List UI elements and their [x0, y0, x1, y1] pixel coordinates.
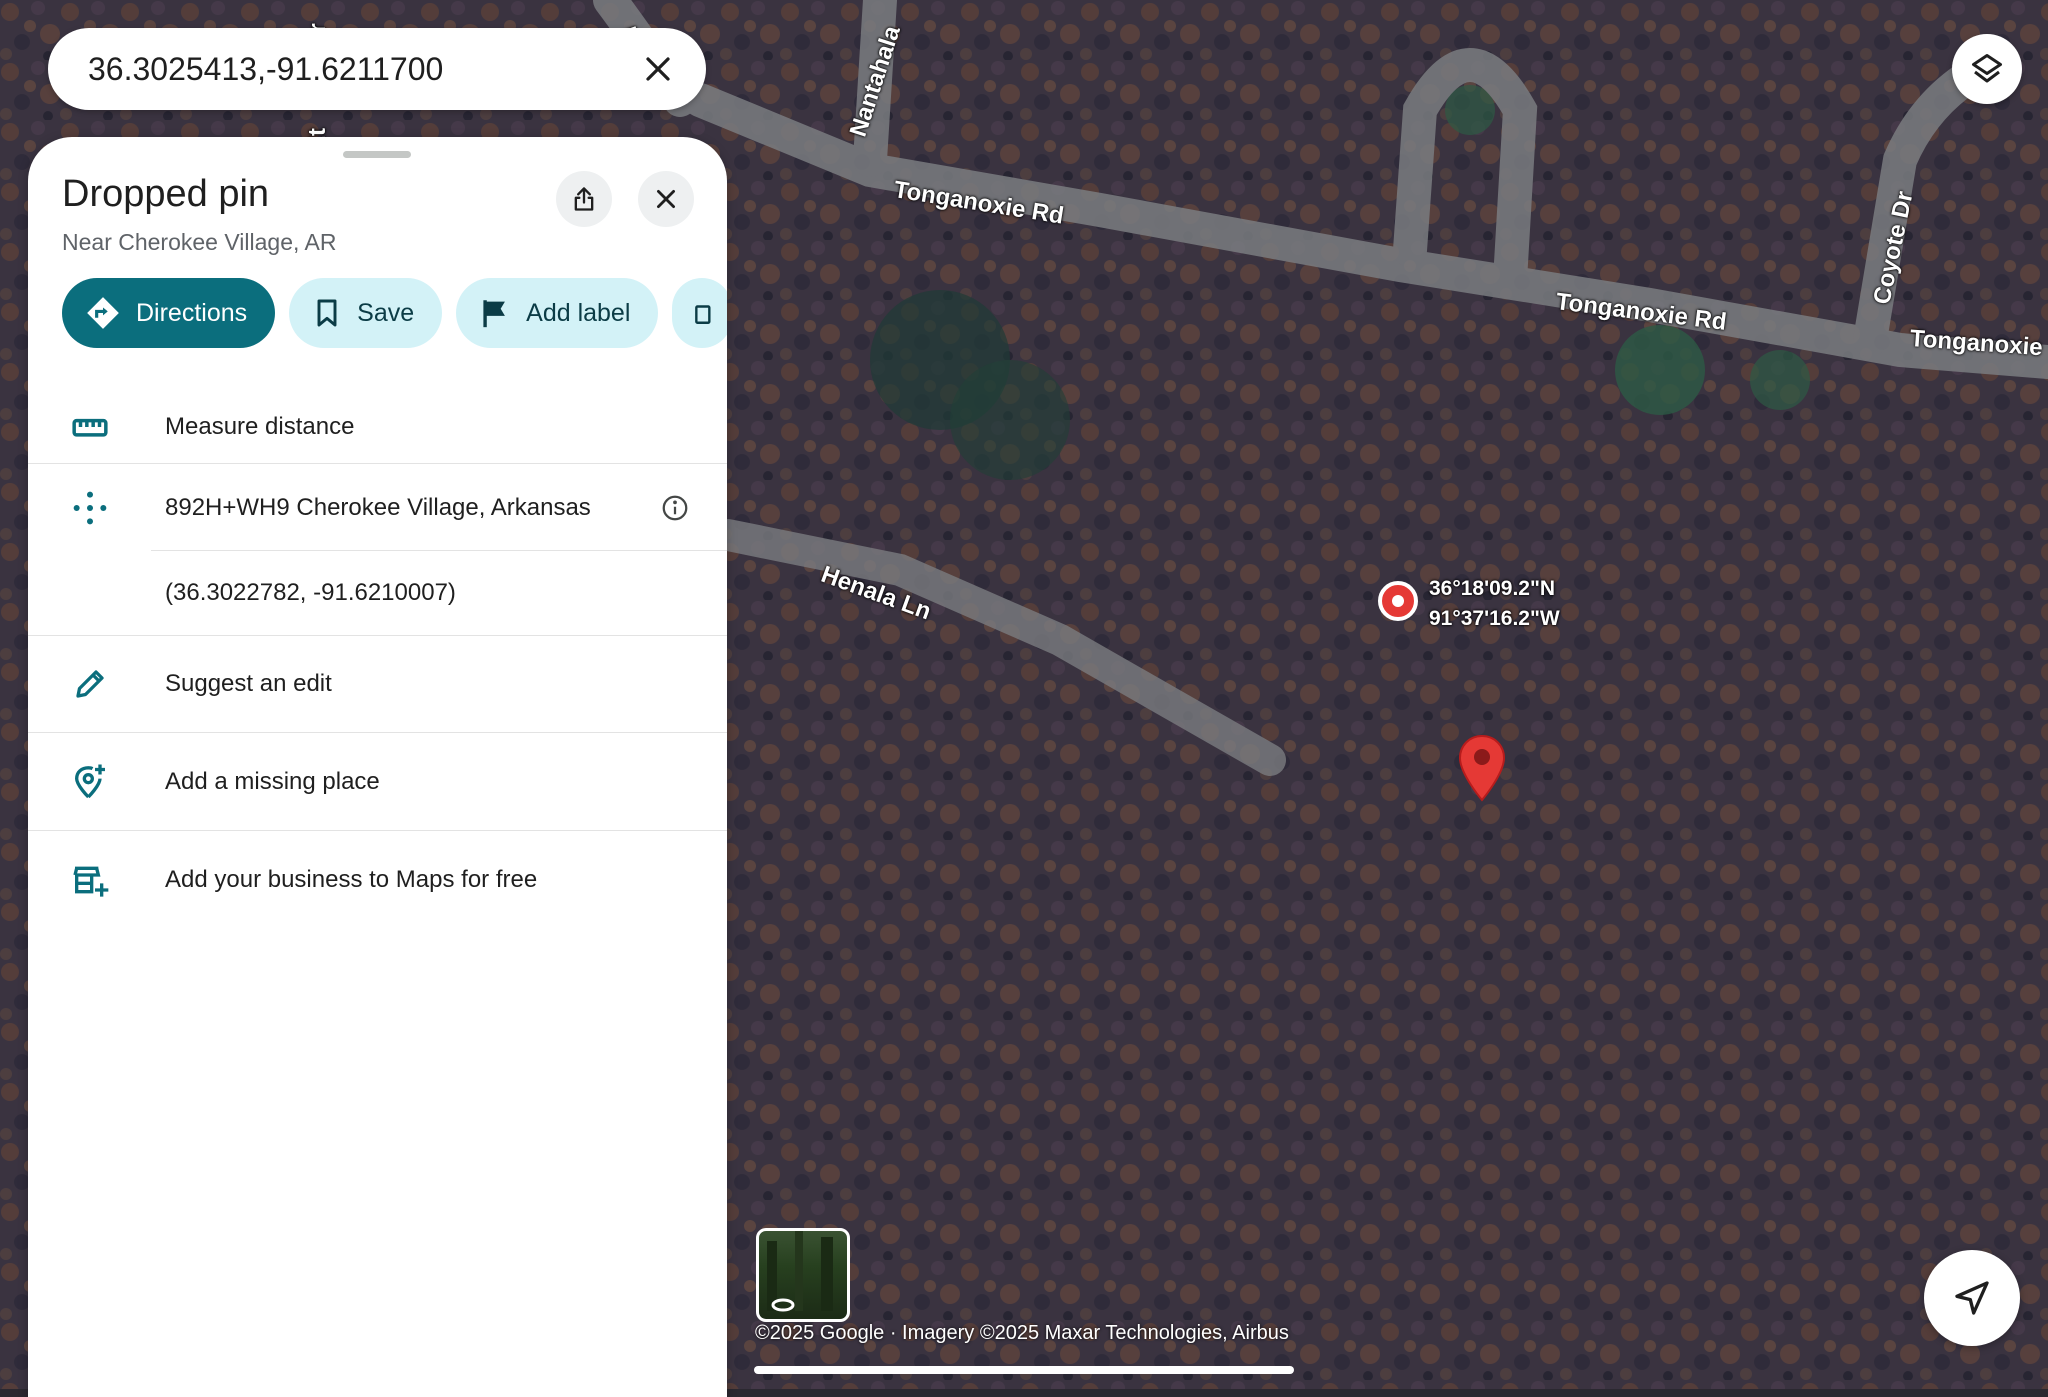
add-location-icon: [68, 760, 112, 804]
add-missing-place-label: Add a missing place: [165, 768, 380, 795]
clear-search-button[interactable]: [636, 47, 680, 91]
add-business-row[interactable]: Add your business to Maps for free: [28, 831, 727, 929]
search-bar[interactable]: 36.3025413,-91.6211700: [48, 28, 706, 110]
ruler-icon: [68, 405, 112, 449]
search-input[interactable]: 36.3025413,-91.6211700: [88, 51, 636, 88]
save-label: Save: [357, 298, 415, 327]
suggest-edit-label: Suggest an edit: [165, 670, 332, 697]
coordinates-row[interactable]: (36.3022782, -91.6210007): [28, 551, 727, 635]
navigation-arrow-icon: [1955, 1281, 1989, 1315]
home-indicator: [754, 1366, 1294, 1374]
add-label-button[interactable]: Add label: [456, 278, 659, 348]
close-panel-button[interactable]: [638, 171, 694, 227]
plus-code-row[interactable]: 892H+WH9 Cherokee Village, Arkansas: [28, 463, 727, 553]
add-business-label: Add your business to Maps for free: [165, 866, 538, 893]
pin-coordinates: 36°18'09.2"N 91°37'16.2"W: [1429, 574, 1560, 634]
pin-longitude: 91°37'16.2"W: [1429, 607, 1560, 630]
add-label-label: Add label: [526, 298, 631, 327]
close-icon: [657, 190, 675, 208]
share-button[interactable]: [556, 171, 612, 227]
panel-title: Dropped pin: [62, 173, 270, 215]
drag-handle[interactable]: [343, 151, 411, 158]
dropped-pin-icon[interactable]: [1458, 734, 1506, 802]
place-details-panel: Dropped pin Near Cherokee Village, AR Di…: [28, 137, 727, 1397]
add-missing-place-row[interactable]: Add a missing place: [28, 733, 727, 831]
close-icon: [646, 57, 670, 81]
pin-latitude: 36°18'09.2"N: [1429, 577, 1556, 600]
coordinates-text: (36.3022782, -91.6210007): [165, 579, 456, 606]
layers-icon: [1972, 54, 2002, 83]
plus-code-text: 892H+WH9 Cherokee Village, Arkansas: [165, 494, 591, 521]
copy-icon: [695, 305, 711, 324]
add-business-icon: [68, 858, 112, 902]
measure-distance-label: Measure distance: [165, 413, 355, 440]
my-location-button[interactable]: [1924, 1250, 2020, 1346]
directions-icon: [87, 297, 119, 329]
bookmark-icon: [317, 299, 337, 327]
coordinate-pin-icon[interactable]: [1378, 581, 1418, 621]
share-icon: [574, 187, 594, 211]
action-chips: Directions Save Add label: [62, 278, 727, 348]
street-view-thumbnail[interactable]: [756, 1228, 850, 1322]
directions-label: Directions: [136, 298, 248, 327]
save-button[interactable]: Save: [289, 278, 443, 348]
flag-icon: [483, 300, 506, 328]
measure-distance-row[interactable]: Measure distance: [28, 381, 727, 473]
more-actions-chip[interactable]: [672, 278, 727, 348]
layers-button[interactable]: [1952, 34, 2022, 104]
pencil-icon: [68, 662, 112, 706]
map-attribution: ©2025 Google · Imagery ©2025 Maxar Techn…: [755, 1322, 1289, 1344]
directions-button[interactable]: Directions: [62, 278, 276, 348]
info-icon[interactable]: [660, 493, 690, 523]
panel-subtitle: Near Cherokee Village, AR: [62, 229, 337, 255]
plus-code-icon: [68, 486, 112, 530]
suggest-edit-row[interactable]: Suggest an edit: [28, 635, 727, 733]
